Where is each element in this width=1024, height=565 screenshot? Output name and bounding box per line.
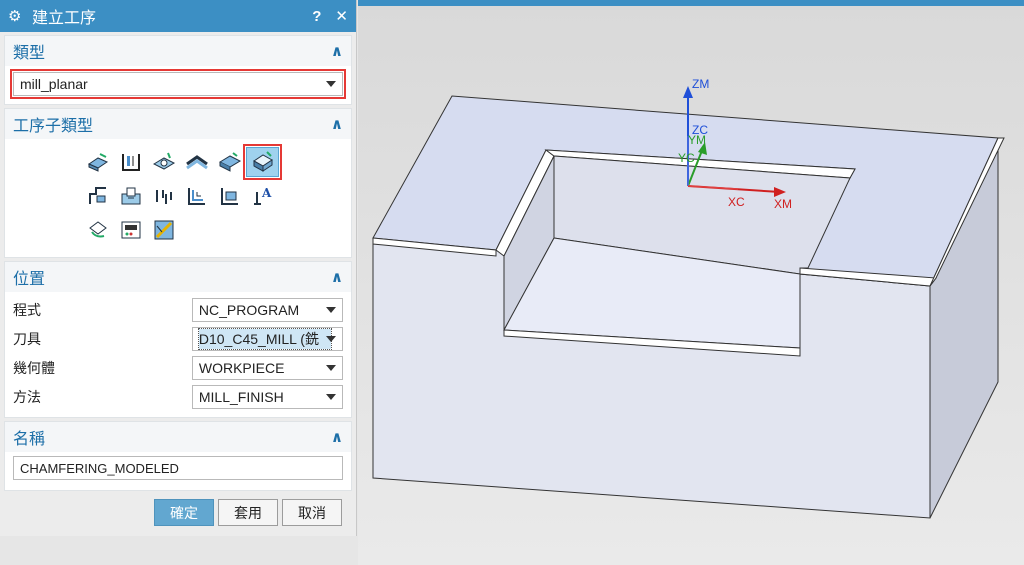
cancel-button[interactable]: 取消 <box>282 499 342 526</box>
chevron-up-icon[interactable]: ∧ <box>331 268 343 286</box>
dialog-title: 建立工序 <box>32 10 97 27</box>
yc-label: YC <box>678 151 695 165</box>
type-dropdown[interactable]: mill_planar <box>10 69 346 99</box>
operation-name-value: CHAMFERING_MODELED <box>20 460 179 476</box>
ok-button[interactable]: 確定 <box>154 499 214 526</box>
floor-wall-icon[interactable] <box>81 147 114 177</box>
chevron-down-icon <box>326 81 336 87</box>
planar-text-icon[interactable]: A <box>246 181 279 211</box>
tool-value: D10_C45_MILL (銑 <box>197 327 332 350</box>
hole-mill-icon[interactable] <box>81 181 114 211</box>
cleanup-corners-icon[interactable] <box>180 181 213 211</box>
chevron-down-icon <box>326 393 336 400</box>
operation-name-input[interactable]: CHAMFERING_MODELED <box>13 456 343 480</box>
program-value: NC_PROGRAM <box>198 301 300 318</box>
part-model: ZM ZC YM YC XC XM <box>372 77 1005 519</box>
create-operation-dialog: ⚙ 建立工序 ? ✕ 類型 ∧ mill_planar 工序子類型 ∧ A 位置… <box>0 0 357 536</box>
program-row: 程式 NC_PROGRAM <box>5 295 351 324</box>
chevron-up-icon[interactable]: ∧ <box>331 115 343 133</box>
geometry-label: 幾何體 <box>13 359 55 376</box>
subtype-icon-grid: A <box>5 139 351 257</box>
ym-label: YM <box>688 133 706 147</box>
method-dropdown[interactable]: MILL_FINISH <box>191 384 343 409</box>
geometry-dropdown[interactable]: WORKPIECE <box>191 355 343 380</box>
chamfer-mill-icon[interactable] <box>243 144 282 180</box>
name-section-header[interactable]: 名稱 ∧ <box>5 422 351 452</box>
groove-mill-icon[interactable] <box>114 181 147 211</box>
section-title: 工序子類型 <box>13 118 94 135</box>
section-title: 類型 <box>13 45 46 62</box>
graphics-viewport[interactable]: ZM ZC YM YC XC XM <box>358 0 1024 565</box>
machine-control-icon[interactable] <box>114 215 147 245</box>
geometry-row: 幾何體 WORKPIECE <box>5 353 351 382</box>
xc-label: XC <box>728 195 745 209</box>
gear-icon[interactable]: ⚙ <box>8 7 26 25</box>
xm-label: XM <box>774 197 792 211</box>
method-row: 方法 MILL_FINISH <box>5 382 351 411</box>
planar-mill-icon[interactable] <box>180 147 213 177</box>
user-defined-icon[interactable] <box>147 215 180 245</box>
program-label: 程式 <box>13 301 41 318</box>
location-section-header[interactable]: 位置 ∧ <box>5 262 351 292</box>
method-value: MILL_FINISH <box>198 388 284 405</box>
svg-text:A: A <box>261 186 272 200</box>
generic-motion-icon[interactable] <box>81 215 114 245</box>
chevron-down-icon <box>326 306 336 313</box>
chevron-down-icon <box>326 335 336 342</box>
chevron-up-icon[interactable]: ∧ <box>331 42 343 60</box>
subtype-section: 工序子類型 ∧ A <box>4 108 352 258</box>
tool-row: 刀具 D10_C45_MILL (銑 <box>5 324 351 353</box>
thread-mill-icon[interactable] <box>147 181 180 211</box>
program-dropdown[interactable]: NC_PROGRAM <box>191 297 343 322</box>
tool-dropdown[interactable]: D10_C45_MILL (銑 <box>191 326 343 351</box>
location-section: 位置 ∧ 程式 NC_PROGRAM 刀具 D10_C45_MILL (銑 幾何… <box>4 261 352 418</box>
type-section: 類型 ∧ mill_planar <box>4 35 352 105</box>
type-dropdown-value: mill_planar <box>20 76 88 92</box>
type-section-header[interactable]: 類型 ∧ <box>5 36 351 66</box>
subtype-section-header[interactable]: 工序子類型 ∧ <box>5 109 351 139</box>
finish-walls-icon[interactable] <box>213 181 246 211</box>
chevron-up-icon[interactable]: ∧ <box>331 428 343 446</box>
dialog-titlebar: ⚙ 建立工序 ? ✕ <box>0 0 356 32</box>
section-title: 名稱 <box>13 431 46 448</box>
dialog-buttons: 確定 套用 取消 <box>154 499 342 526</box>
apply-button[interactable]: 套用 <box>218 499 278 526</box>
face-milling-icon[interactable] <box>147 147 180 177</box>
chevron-down-icon <box>326 364 336 371</box>
geometry-value: WORKPIECE <box>198 359 285 376</box>
tool-label: 刀具 <box>13 330 41 347</box>
wall-profile-icon[interactable] <box>114 147 147 177</box>
close-button[interactable]: ✕ <box>335 7 348 25</box>
method-label: 方法 <box>13 388 41 405</box>
zm-label: ZM <box>692 77 709 91</box>
help-button[interactable]: ? <box>312 8 321 25</box>
pocket-mill-icon[interactable] <box>213 147 246 177</box>
name-section: 名稱 ∧ CHAMFERING_MODELED <box>4 421 352 491</box>
section-title: 位置 <box>13 271 46 288</box>
